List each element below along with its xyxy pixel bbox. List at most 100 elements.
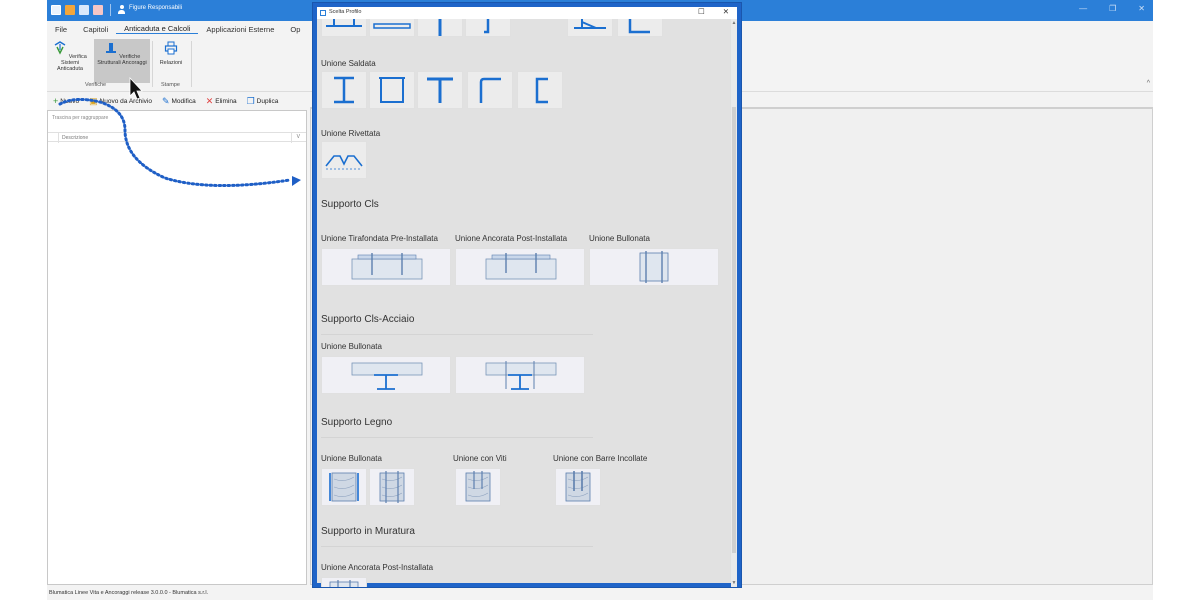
- clsacc-bullonata-label: Unione Bullonata: [321, 342, 382, 351]
- app-logo-icon: [51, 5, 61, 15]
- profile-shape-icon: [438, 19, 442, 36]
- menu-op[interactable]: Op: [282, 25, 308, 34]
- divider: [152, 41, 153, 87]
- wood-screws-icon: [465, 471, 491, 502]
- unione-rivettata-label: Unione Rivettata: [321, 129, 381, 138]
- box-section-icon: [379, 77, 405, 103]
- dialog-scroll-content: Unione Saldata Unione Rivettata Supporto…: [317, 19, 731, 587]
- divider: [321, 546, 593, 547]
- cls-ancorata-tile[interactable]: [455, 248, 585, 286]
- mur-ancorata-label: Unione Ancorata Post-Installata: [321, 563, 434, 572]
- muratura-ancorata-tile[interactable]: [321, 577, 367, 587]
- menu-anticaduta-calcoli[interactable]: Anticaduta e Calcoli: [116, 24, 199, 34]
- legno-barre-tile[interactable]: [555, 468, 601, 506]
- supporto-muratura-heading: Supporto in Muratura: [321, 526, 415, 537]
- scroll-down-icon[interactable]: ▼: [731, 579, 737, 587]
- pencil-icon: ✎: [161, 95, 170, 106]
- i-beam-icon: [334, 76, 354, 104]
- save-icon[interactable]: [79, 5, 89, 15]
- cls-bullonata-tile[interactable]: [589, 248, 719, 286]
- printer-icon: [164, 41, 178, 55]
- open-folder-icon[interactable]: [65, 5, 75, 15]
- legno-bullonata-tile-1[interactable]: [321, 468, 367, 506]
- grid-column-header: Descrizione V: [48, 132, 306, 143]
- profile-tile[interactable]: [417, 19, 463, 37]
- profile-tile[interactable]: [321, 19, 367, 37]
- concrete-bolted-icon: [639, 251, 669, 283]
- list-toolbar: + Nuovo ▣ Nuovo da Archivio ✎ Modifica ✕ Eli…: [47, 92, 307, 110]
- duplica-button[interactable]: ❐ Duplica: [247, 96, 279, 107]
- minimize-button[interactable]: —: [1079, 4, 1087, 13]
- group-by-hint: Trascina per raggruppare: [52, 115, 109, 121]
- divider: [291, 133, 292, 143]
- dialog-window-controls: ☐ ✕: [698, 7, 729, 16]
- scroll-up-icon[interactable]: ▲: [731, 19, 737, 27]
- nuovo-label: Nuovo: [60, 97, 80, 105]
- legno-bullonata-tile-2[interactable]: [369, 468, 415, 506]
- verifica-sistemi-button[interactable]: Verifica Sistemi Anticaduta: [49, 39, 91, 83]
- clsacc-bullonata-tile-2[interactable]: [455, 356, 585, 394]
- supporto-cls-acciaio-heading: Supporto Cls-Acciaio: [321, 314, 415, 325]
- cls-ancorata-label: Unione Ancorata Post-Installata: [455, 234, 568, 243]
- masonry-anchor-icon: [329, 580, 359, 587]
- nuovo-archivio-button[interactable]: ▣ Nuovo da Archivio: [89, 96, 152, 107]
- menu-file[interactable]: File: [47, 25, 75, 34]
- scroll-thumb[interactable]: [732, 107, 736, 553]
- legno-bullonata-label: Unione Bullonata: [321, 454, 382, 463]
- profile-angle-tile[interactable]: [467, 71, 513, 109]
- elimina-label: Elimina: [215, 97, 237, 105]
- close-button[interactable]: ✕: [1138, 4, 1145, 13]
- verifica-sistemi-label: Verifica Sistemi Anticaduta: [57, 54, 87, 72]
- legno-viti-tile[interactable]: [455, 468, 501, 506]
- elimina-button[interactable]: ✕ Elimina: [206, 96, 237, 107]
- legno-viti-label: Unione con Viti: [453, 454, 507, 463]
- concrete-steel-icon: [485, 361, 557, 390]
- group-verifiche-label: Verifiche: [85, 82, 107, 88]
- print-icon[interactable]: [93, 5, 103, 15]
- records-grid: Trascina per raggruppare Descrizione V: [47, 110, 307, 585]
- status-bar: Blumatica Linee Vita e Ancoraggi release…: [47, 587, 1153, 600]
- duplicate-icon: ❐: [246, 95, 255, 106]
- legno-barre-label: Unione con Barre Incollate: [553, 454, 648, 463]
- profile-tile[interactable]: [617, 19, 663, 37]
- duplica-label: Duplica: [256, 97, 279, 105]
- menu-applicazioni-esterne[interactable]: Applicazioni Esterne: [198, 25, 282, 34]
- profile-tile[interactable]: [567, 19, 613, 37]
- profile-t-beam-tile[interactable]: [417, 71, 463, 109]
- dialog-maximize-button[interactable]: ☐: [698, 7, 705, 16]
- column-descrizione[interactable]: Descrizione: [62, 135, 88, 141]
- dialog-scrollbar[interactable]: ▲ ▼: [731, 19, 737, 587]
- relazioni-button[interactable]: Relazioni: [154, 39, 188, 83]
- concrete-steel-icon: [351, 362, 423, 390]
- window-controls: — ❐ ✕: [1079, 4, 1145, 13]
- profile-i-beam-tile[interactable]: [321, 71, 367, 109]
- wood-bolted-icon: [329, 472, 359, 502]
- profile-riveted-tile[interactable]: [321, 141, 367, 179]
- profile-box-tile[interactable]: [369, 71, 415, 109]
- ribbon-collapse-button[interactable]: ^: [1147, 80, 1150, 87]
- divider: [321, 437, 593, 438]
- profile-tile[interactable]: [465, 19, 511, 37]
- maximize-button[interactable]: ❐: [1109, 4, 1116, 13]
- dialog-close-button[interactable]: ✕: [723, 7, 729, 16]
- plus-icon: +: [53, 96, 59, 106]
- clsacc-bullonata-tile-1[interactable]: [321, 356, 451, 394]
- concrete-anchor-icon: [351, 253, 423, 280]
- menu-capitoli[interactable]: Capitoli: [75, 25, 116, 34]
- nuovo-archivio-label: Nuovo da Archivio: [99, 97, 152, 105]
- group-stampe-label: Stampe: [161, 82, 180, 88]
- profile-shape-icon: [326, 19, 362, 27]
- cls-tirafondata-label: Unione Tirafondata Pre-Installata: [321, 234, 438, 243]
- profile-channel-tile[interactable]: [517, 71, 563, 109]
- modifica-button[interactable]: ✎ Modifica: [162, 96, 196, 107]
- filter-icon[interactable]: V: [297, 134, 300, 140]
- profile-tile[interactable]: [369, 19, 415, 37]
- profile-shape-icon: [373, 23, 411, 29]
- delete-icon: ✕: [205, 95, 214, 106]
- cls-tirafondata-tile[interactable]: [321, 248, 451, 286]
- dialog-app-icon: [320, 10, 326, 16]
- riveted-sheet-icon: [325, 155, 363, 170]
- t-beam-icon: [427, 77, 453, 103]
- nuovo-button[interactable]: + Nuovo: [53, 96, 79, 106]
- verifiche-strutturali-button[interactable]: Verifiche Strutturali Ancoraggi: [94, 39, 150, 83]
